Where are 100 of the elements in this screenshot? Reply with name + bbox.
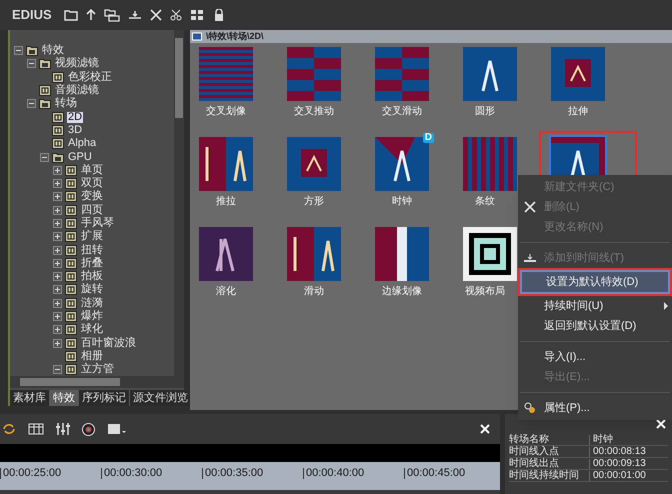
- menu-item[interactable]: 持续时间(U): [518, 296, 672, 316]
- info-name: 时间线持续时间: [509, 470, 580, 480]
- tree-item[interactable]: 扩展: [80, 231, 104, 242]
- menu-item-label: 持续时间(U): [543, 298, 604, 314]
- scroll-thumb[interactable]: [175, 38, 183, 118]
- effect-icon: [65, 164, 77, 176]
- menu-item-label: 返回到默认设置(D): [543, 318, 636, 334]
- tree-item[interactable]: 双页: [80, 178, 104, 190]
- tree-item[interactable]: 特效: [41, 45, 65, 56]
- tree-item[interactable]: 转场: [54, 98, 78, 110]
- effect-icon: [65, 298, 77, 309]
- info-value: 时钟: [589, 434, 613, 444]
- tree-item[interactable]: 旋转: [80, 284, 104, 296]
- expand-icon[interactable]: [53, 166, 62, 175]
- tree-item[interactable]: 色彩校正: [67, 72, 113, 83]
- window-icon[interactable]: [107, 423, 127, 435]
- effect-icon: [65, 350, 77, 362]
- expand-icon[interactable]: [53, 272, 62, 282]
- lock-icon[interactable]: [214, 9, 224, 21]
- panel-tab[interactable]: 序列标记: [79, 390, 130, 406]
- tree-item[interactable]: 音频滤镜: [54, 85, 100, 96]
- tree-item[interactable]: 单页: [80, 164, 104, 176]
- scroll-thumb[interactable]: [20, 378, 120, 386]
- panel-tab[interactable]: 源文件浏览: [130, 390, 192, 406]
- collapse-icon[interactable]: [40, 152, 49, 162]
- tree-item[interactable]: Alpha: [67, 138, 98, 150]
- folder-icon: [192, 32, 202, 41]
- info-name: 转场名称: [509, 434, 550, 444]
- folder-icon[interactable]: [64, 9, 78, 21]
- tree-item[interactable]: 折叠: [80, 258, 104, 269]
- tree-item[interactable]: 相册: [80, 350, 104, 362]
- menu-item-label: 导出(E)...: [543, 370, 590, 385]
- horizontal-scrollbar[interactable]: [10, 376, 184, 388]
- menu-item[interactable]: 导入(I)...: [518, 347, 672, 367]
- expand-icon[interactable]: [53, 285, 62, 294]
- expand-icon[interactable]: [53, 206, 62, 215]
- insert-icon[interactable]: [128, 9, 142, 21]
- tree-item[interactable]: 手风琴: [80, 218, 115, 229]
- expand-icon[interactable]: [53, 246, 62, 255]
- menu-item[interactable]: 属性(P)...: [518, 398, 672, 418]
- time-label: 00:00:25:00: [0, 468, 101, 479]
- folder-icon: [26, 45, 38, 56]
- collapse-icon[interactable]: [27, 59, 36, 68]
- tree-item[interactable]: 变换: [80, 191, 104, 202]
- expand-icon[interactable]: [53, 325, 62, 334]
- tree-item[interactable]: 2D: [67, 112, 84, 123]
- effect-label: 方形: [304, 194, 324, 209]
- effect-icon: [52, 124, 64, 136]
- effect-icon: [65, 338, 77, 349]
- badge-label: D: [422, 133, 434, 143]
- collapse-icon[interactable]: [14, 46, 23, 56]
- tree-item[interactable]: 爆炸: [80, 311, 104, 322]
- mixer-icon[interactable]: [56, 423, 70, 435]
- expand-icon[interactable]: [53, 232, 62, 242]
- loop-icon[interactable]: [2, 423, 16, 435]
- table-icon[interactable]: [28, 423, 44, 435]
- panel-tab[interactable]: 特效: [50, 390, 79, 406]
- menu-item[interactable]: 返回到默认设置(D): [518, 316, 672, 336]
- expand-icon[interactable]: [53, 298, 62, 308]
- tree-item[interactable]: 扭转: [80, 244, 104, 256]
- menu-item-label: 设置为默认特效(D): [545, 274, 638, 290]
- info-name: 时间线出点: [509, 458, 560, 468]
- panel-tab[interactable]: 素材库: [10, 390, 50, 406]
- grid-view-icon[interactable]: [190, 9, 206, 21]
- expand-icon[interactable]: [53, 179, 62, 188]
- tree-item[interactable]: 视频滤镜: [54, 58, 100, 70]
- info-name: 时间线入点: [509, 446, 560, 456]
- menu-item[interactable]: 设置为默认特效(D): [518, 268, 672, 296]
- effect-label: 拉伸: [568, 105, 588, 119]
- tree-item[interactable]: 立方管: [80, 364, 115, 376]
- effect-icon: [65, 258, 77, 269]
- effect-icon: [52, 112, 64, 123]
- tree-item[interactable]: 四页: [80, 204, 104, 216]
- info-value: 00:00:08:13: [589, 446, 646, 456]
- tree-item[interactable]: 拍板: [80, 271, 104, 282]
- expand-icon[interactable]: [53, 338, 62, 348]
- expand-icon[interactable]: [53, 312, 62, 322]
- folder-icon: [39, 58, 51, 70]
- tree-item[interactable]: GPU: [67, 152, 93, 163]
- effect-icon: [65, 364, 77, 376]
- folders-icon[interactable]: [104, 8, 120, 22]
- expand-icon[interactable]: [53, 219, 62, 228]
- collapse-icon[interactable]: [27, 99, 36, 108]
- vertical-scrollbar[interactable]: [174, 30, 184, 376]
- tree-item[interactable]: 球化: [80, 324, 104, 336]
- expand-icon[interactable]: [53, 258, 62, 268]
- tree-item[interactable]: 百叶窗波浪: [80, 338, 137, 349]
- tree-item[interactable]: 3D: [67, 124, 84, 136]
- collapse-icon[interactable]: [53, 365, 62, 374]
- color-wheel-icon[interactable]: [82, 422, 95, 436]
- expand-icon[interactable]: [53, 192, 62, 202]
- effect-label: 滑动: [304, 285, 324, 299]
- effect-icon: [65, 191, 77, 202]
- close-icon[interactable]: [150, 9, 162, 21]
- info-value: 00:00:01:00: [589, 470, 646, 480]
- up-arrow-icon[interactable]: [86, 9, 96, 21]
- effect-icon: [65, 231, 77, 242]
- tree-item[interactable]: 涟漪: [80, 298, 104, 309]
- effect-icon: [65, 311, 77, 322]
- scissors-icon[interactable]: [170, 9, 182, 21]
